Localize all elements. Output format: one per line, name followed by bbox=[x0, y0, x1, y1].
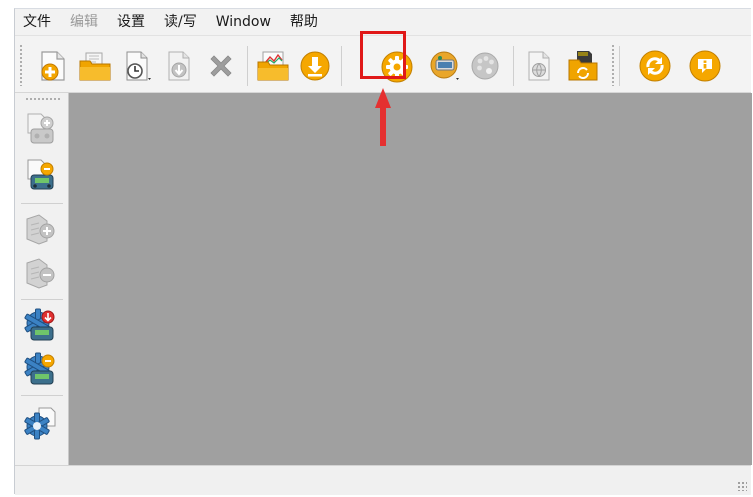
refresh-button[interactable] bbox=[637, 48, 673, 84]
mdi-workspace[interactable] bbox=[69, 93, 752, 465]
receiver-settings-button[interactable] bbox=[427, 48, 463, 84]
side-separator bbox=[21, 299, 63, 300]
toolbar-separator bbox=[619, 46, 620, 86]
refresh-circle-icon bbox=[639, 50, 671, 82]
gear-joystick-down-icon bbox=[24, 308, 55, 341]
menu-settings[interactable]: 设置 bbox=[117, 9, 145, 35]
side-separator bbox=[21, 395, 63, 396]
side-gear-document-button[interactable] bbox=[21, 403, 61, 443]
palette-button[interactable] bbox=[467, 48, 503, 84]
side-model-add-button[interactable] bbox=[21, 209, 61, 249]
download-document-icon bbox=[168, 51, 190, 81]
side-toolbar bbox=[15, 93, 69, 465]
document-joystick-icon bbox=[27, 159, 54, 190]
document-globe-icon bbox=[528, 51, 550, 81]
side-document-add-button[interactable] bbox=[21, 109, 61, 149]
new-file-icon bbox=[41, 51, 65, 81]
download-button[interactable] bbox=[297, 48, 333, 84]
download-document-button[interactable] bbox=[161, 48, 197, 84]
open-log-button[interactable] bbox=[255, 48, 291, 84]
toolbar-grip[interactable] bbox=[611, 44, 615, 86]
menu-file[interactable]: 文件 bbox=[23, 9, 51, 35]
open-button[interactable] bbox=[77, 48, 113, 84]
receiver-settings-icon bbox=[430, 51, 459, 80]
document-globe-button[interactable] bbox=[521, 48, 557, 84]
new-file-button[interactable] bbox=[35, 48, 71, 84]
side-gear-up-button[interactable] bbox=[21, 349, 61, 389]
side-model-remove-button[interactable] bbox=[21, 253, 61, 293]
side-document-transmitter-button[interactable] bbox=[21, 155, 61, 195]
status-bar bbox=[15, 465, 751, 495]
menu-window[interactable]: Window bbox=[216, 9, 271, 35]
side-separator bbox=[21, 203, 63, 204]
resize-grip[interactable] bbox=[737, 481, 747, 491]
toolbar-separator bbox=[513, 46, 514, 86]
toolbar-separator bbox=[341, 46, 342, 86]
info-circle-icon bbox=[689, 50, 721, 82]
application-window: 文件 编辑 设置 读/写 Window 帮助 bbox=[14, 8, 752, 495]
toolbar-grip[interactable] bbox=[19, 44, 23, 86]
open-folder-icon bbox=[79, 52, 111, 81]
side-toolbar-grip[interactable] bbox=[25, 97, 61, 101]
menu-help[interactable]: 帮助 bbox=[290, 9, 318, 35]
document-add-joystick-icon bbox=[27, 113, 54, 144]
palette-icon bbox=[471, 52, 499, 80]
delete-button[interactable] bbox=[203, 48, 239, 84]
about-button[interactable] bbox=[687, 48, 723, 84]
sd-card-sync-button[interactable] bbox=[565, 48, 601, 84]
timer-document-icon bbox=[126, 51, 151, 81]
highlight-box bbox=[360, 31, 406, 79]
model-sub-icon bbox=[26, 258, 55, 289]
model-add-icon bbox=[26, 214, 55, 245]
sd-card-sync-icon bbox=[568, 51, 598, 81]
chart-folder-icon bbox=[257, 51, 289, 81]
menu-read-write[interactable]: 读/写 bbox=[164, 9, 197, 35]
download-circle-icon bbox=[300, 51, 330, 81]
close-x-icon bbox=[210, 55, 232, 77]
red-arrow-icon bbox=[375, 88, 391, 146]
side-gear-down-button[interactable] bbox=[21, 305, 61, 345]
schedule-button[interactable] bbox=[119, 48, 155, 84]
gear-joystick-up-icon bbox=[24, 352, 55, 385]
gear-document-icon bbox=[24, 407, 56, 440]
menu-edit[interactable]: 编辑 bbox=[70, 9, 98, 35]
toolbar-separator bbox=[247, 46, 248, 86]
